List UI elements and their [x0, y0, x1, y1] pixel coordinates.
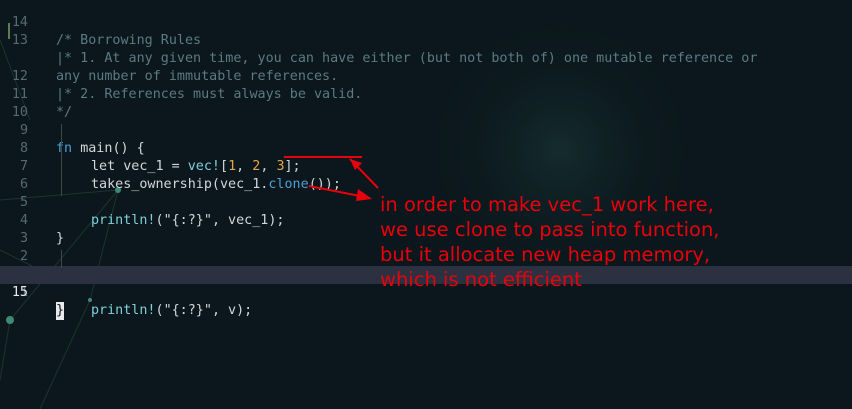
- annotation-line: but it allocate new heap memory,: [380, 243, 711, 266]
- annotation-text: in order to make vec_1 work here, we use…: [380, 192, 720, 292]
- annotation-line: we use clone to pass into function,: [380, 218, 720, 241]
- annotation-line: which is not efficient: [380, 268, 582, 291]
- annotation-line: in order to make vec_1 work here,: [380, 193, 714, 216]
- arrowhead-println: [356, 189, 372, 201]
